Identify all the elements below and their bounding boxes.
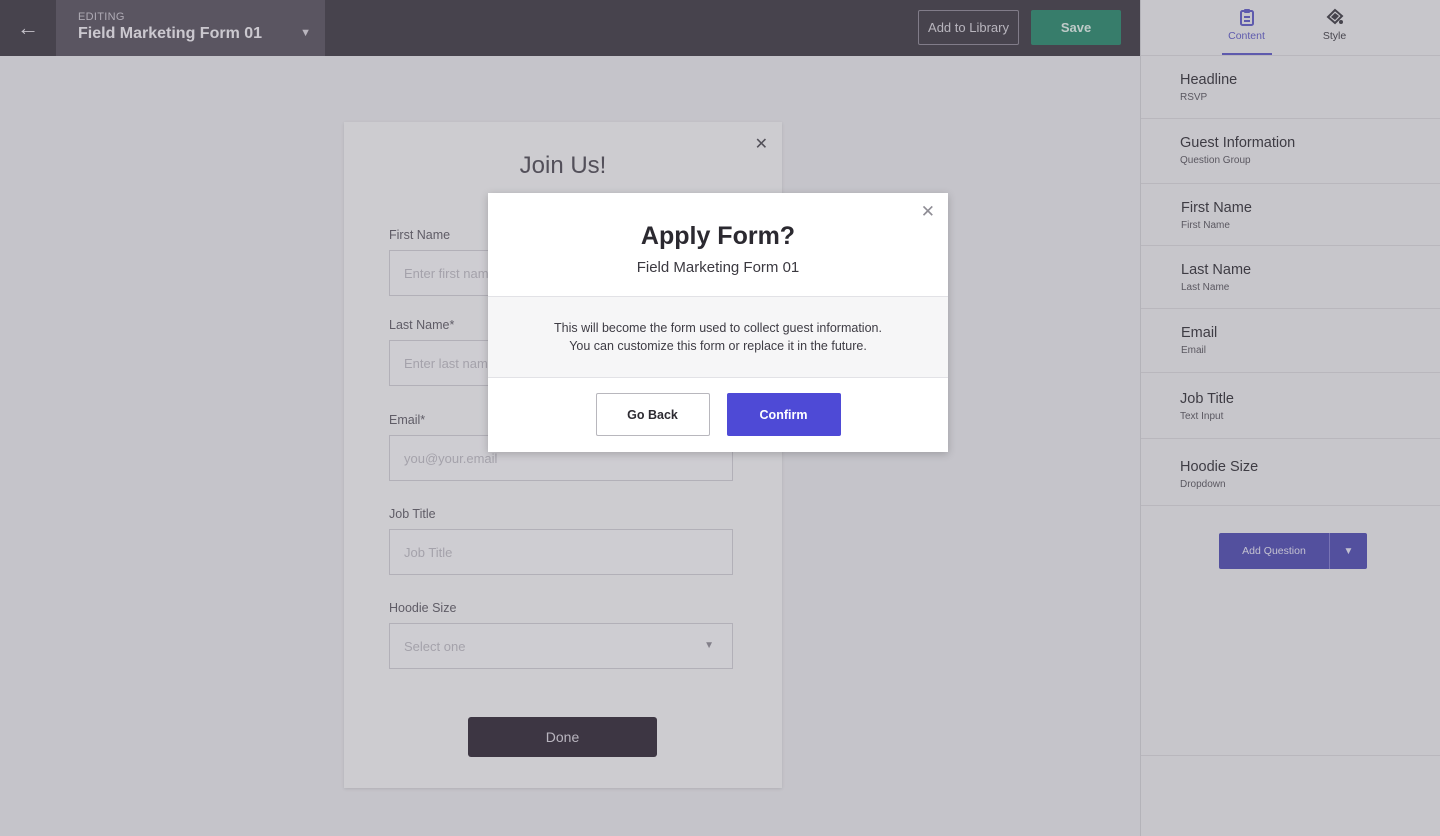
go-back-button[interactable]: Go Back: [595, 393, 710, 436]
modal-footer: Go Back Confirm: [488, 378, 948, 452]
confirm-button[interactable]: Confirm: [726, 393, 841, 436]
close-icon[interactable]: ✕: [921, 202, 935, 222]
modal-body: This will become the form used to collec…: [488, 296, 948, 378]
modal-message-line: This will become the form used to collec…: [554, 321, 882, 335]
apply-form-modal: ✕ Apply Form? Field Marketing Form 01 Th…: [488, 193, 948, 452]
modal-subtitle: Field Marketing Form 01: [636, 259, 800, 276]
modal-message-line: You can customize this form or replace i…: [569, 339, 867, 353]
modal-title: Apply Form?: [640, 222, 796, 250]
modal-header: Apply Form? Field Marketing Form 01: [488, 193, 948, 296]
